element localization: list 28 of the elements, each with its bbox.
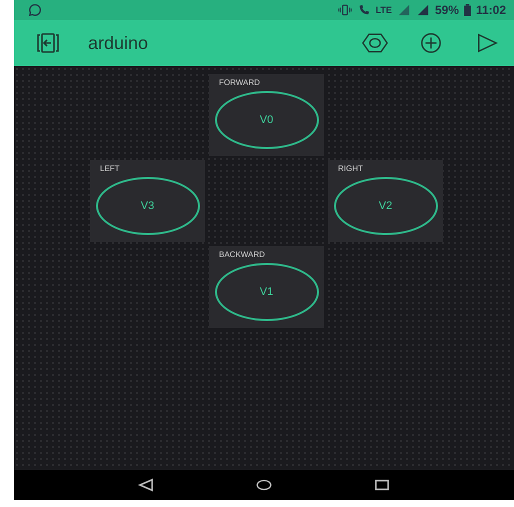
vibrate-icon [338,4,352,16]
network-label: LTE [376,5,392,15]
round-button[interactable]: V1 [214,263,318,321]
widget-label: FORWARD [219,78,260,87]
exit-icon[interactable] [36,32,60,54]
widget-label: BACKWARD [219,250,265,259]
widget-label: RIGHT [338,164,363,173]
round-button[interactable]: V0 [214,91,318,149]
button-widget[interactable]: LEFT V3 [90,160,205,242]
button-widget[interactable]: RIGHT V2 [328,160,443,242]
clock: 11:02 [476,3,506,17]
project-title: arduino [88,32,148,54]
button-widget[interactable]: BACKWARD V1 [209,246,324,328]
home-icon[interactable] [255,478,273,492]
add-icon[interactable] [418,32,444,54]
battery-percent: 59% [434,3,459,17]
recents-icon[interactable] [373,478,391,492]
signal-icon [416,4,430,16]
widget-label: LEFT [100,164,120,173]
chat-icon [28,3,42,17]
battery-icon [464,4,471,16]
round-button[interactable]: V2 [334,177,438,235]
round-button[interactable]: V3 [96,177,200,235]
signal-icon [396,4,411,16]
button-widget[interactable]: FORWARD V0 [209,74,324,156]
back-icon[interactable] [137,478,155,492]
settings-icon[interactable] [362,32,388,54]
phone-icon [356,4,371,16]
